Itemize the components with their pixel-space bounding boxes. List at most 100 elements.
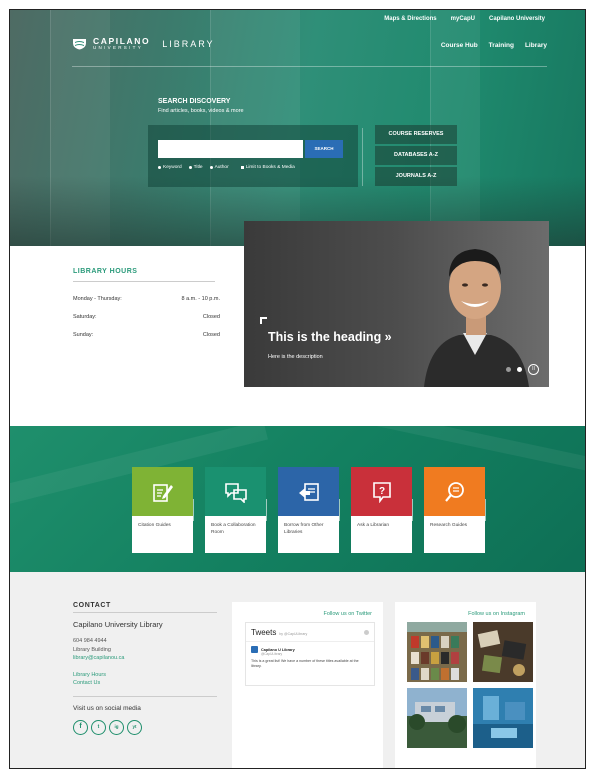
tweet-item[interactable]: Capilano U Library @CapULibrary This is … <box>246 641 374 673</box>
footer: CONTACT Capilano University Library 604 … <box>10 572 585 768</box>
photo-table <box>473 622 533 682</box>
tile-label: Book a Collaboration Room <box>211 523 256 535</box>
contact-us-link[interactable]: Contact Us <box>73 679 223 688</box>
logo-icon <box>73 39 86 50</box>
info-icon <box>364 630 369 635</box>
site-logo[interactable]: CAPILANO UNIVERSITY LIBRARY <box>72 37 215 51</box>
slide-heading[interactable]: This is the heading » <box>268 330 392 344</box>
photo-blue-room <box>473 688 533 748</box>
quick-links: COURSE RESERVES DATABASES A-Z JOURNALS A… <box>375 125 457 188</box>
nav-divider <box>72 66 547 67</box>
instagram-grid <box>407 622 536 748</box>
youtube-icon[interactable]: yt <box>127 719 142 735</box>
slide-photo <box>424 249 529 387</box>
tile-label: Borrow from Other Libraries <box>284 523 324 535</box>
maps-link[interactable]: Maps & Directions <box>384 16 436 22</box>
tile-collaboration-room[interactable]: Book a Collaboration Room <box>205 467 267 553</box>
instagram-photo[interactable] <box>473 688 533 748</box>
photo-building <box>407 688 467 748</box>
mycapu-link[interactable]: myCapU <box>451 16 475 22</box>
course-reserves-link[interactable]: COURSE RESERVES <box>375 125 457 144</box>
follow-instagram-link[interactable]: Follow us on Instagram <box>395 602 536 617</box>
tile-icon-area <box>278 467 340 521</box>
contact-divider <box>73 695 217 697</box>
hours-day: Monday - Thursday: <box>73 296 122 302</box>
search-button[interactable]: SEARCH <box>305 140 343 158</box>
tweets-header: Tweets by @CapULibrary <box>246 623 374 637</box>
journals-link[interactable]: JOURNALS A-Z <box>375 167 457 186</box>
option-keyword[interactable]: Keyword <box>158 165 182 170</box>
nav-library[interactable]: Library <box>525 42 547 49</box>
twitter-card: Follow us on Twitter Tweets by @CapULibr… <box>232 602 383 768</box>
tile-research-guides[interactable]: Research Guides <box>424 467 486 553</box>
tile-icon-area <box>424 467 486 521</box>
instagram-photo[interactable] <box>407 688 467 748</box>
tile-icon-area: ? <box>351 467 413 521</box>
tweets-by: by @CapULibrary <box>279 632 308 636</box>
question-icon: ? <box>372 481 391 503</box>
instagram-photo[interactable] <box>407 622 467 682</box>
hero-banner: Maps & Directions myCapU Capilano Univer… <box>10 10 585 246</box>
tile-icon-area <box>132 467 194 521</box>
slide-bracket-icon <box>260 317 267 324</box>
option-limit-books-media[interactable]: Limit to Books & Media <box>240 165 295 170</box>
contact-name: Capilano University Library <box>73 620 163 629</box>
nav-training[interactable]: Training <box>489 42 514 49</box>
logo-wordmark: CAPILANO <box>93 36 151 46</box>
instagram-icon[interactable]: ig <box>109 719 124 735</box>
magnifier-icon <box>444 481 464 502</box>
search-subtitle: Find articles, books, videos & more <box>158 108 244 114</box>
option-label: Limit to Books & Media <box>245 165 295 170</box>
contact-phone: 604 984 4944 <box>73 638 107 644</box>
facebook-icon[interactable]: f <box>73 719 88 735</box>
hours-time: Closed <box>202 314 220 320</box>
nav-course-hub[interactable]: Course Hub <box>441 42 478 49</box>
search-input[interactable] <box>158 140 303 158</box>
photo-bookshelf <box>407 622 467 682</box>
hours-row: Sunday: Closed <box>73 332 220 338</box>
twitter-icon[interactable]: t <box>91 719 106 735</box>
slide-dot-active[interactable] <box>517 367 522 372</box>
tile-label: Research Guides <box>430 523 468 528</box>
databases-link[interactable]: DATABASES A-Z <box>375 146 457 165</box>
hours-day: Sunday: <box>73 332 94 338</box>
library-hours-link[interactable]: Library Hours <box>73 671 223 680</box>
pause-button[interactable]: II <box>528 364 539 375</box>
radio-icon <box>158 166 161 169</box>
social-links: f t ig yt <box>73 719 223 735</box>
option-author[interactable]: Author <box>209 165 229 170</box>
option-label: Author <box>214 165 229 170</box>
hours-row: Monday - Thursday: 8 a.m. - 10 p.m. <box>73 296 220 302</box>
contact-block: CONTACT Capilano University Library 604 … <box>73 602 223 735</box>
option-title[interactable]: Title <box>188 165 203 170</box>
social-title: Visit us on social media <box>73 704 141 712</box>
instagram-photo[interactable] <box>473 622 533 682</box>
slide-dot[interactable] <box>506 367 511 372</box>
page-frame: Maps & Directions myCapU Capilano Univer… <box>9 9 586 769</box>
tile-label: Ask a Librarian <box>357 523 389 528</box>
contact-title: CONTACT <box>73 602 111 609</box>
checkbox-icon <box>240 166 244 169</box>
slide-controls: II <box>506 364 539 375</box>
search-options: Keyword Title Author Limit to Books & Me… <box>158 165 295 170</box>
tweets-widget[interactable]: Tweets by @CapULibrary Capilano U Librar… <box>245 622 375 686</box>
option-label: Keyword <box>163 165 182 170</box>
tweet-account: Capilano U Library <box>261 647 295 652</box>
tweet-handle: @CapULibrary <box>261 652 283 656</box>
main-nav: Course Hub Training Library <box>441 42 547 49</box>
search-divider <box>362 128 363 186</box>
capilano-university-link[interactable]: Capilano University <box>489 16 545 22</box>
hours-title: LIBRARY HOURS <box>73 268 215 282</box>
tile-ask-a-librarian[interactable]: ? Ask a Librarian <box>351 467 413 553</box>
tile-borrow-other-libraries[interactable]: Borrow from Other Libraries <box>278 467 340 553</box>
tile-citation-guides[interactable]: Citation Guides <box>132 467 194 553</box>
hero-slider[interactable]: This is the heading » Here is the descri… <box>244 221 549 387</box>
contact-email-link[interactable]: library@capilanou.ca <box>73 654 223 663</box>
library-hours: LIBRARY HOURS Monday - Thursday: 8 a.m. -… <box>73 268 231 338</box>
follow-twitter-link[interactable]: Follow us on Twitter <box>232 602 383 617</box>
tweet-text: This is a great list! We have a number o… <box>251 659 359 668</box>
radio-icon <box>188 166 192 169</box>
instagram-card: Follow us on Instagram <box>395 602 536 768</box>
